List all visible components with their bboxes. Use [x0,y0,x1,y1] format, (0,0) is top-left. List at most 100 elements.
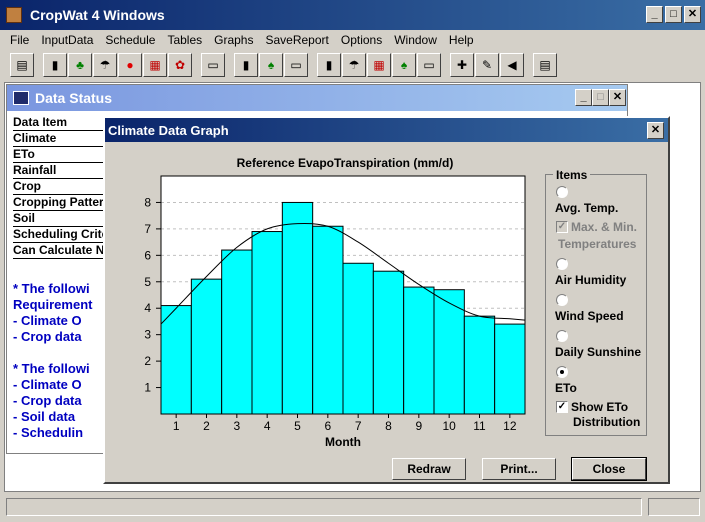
data-status-row: Data Item [13,115,113,131]
data-status-title: Data Status [35,90,113,106]
menu-file[interactable]: File [4,33,35,47]
y-tick-label: 2 [144,354,151,368]
translate-icon[interactable]: ✎ [475,53,499,77]
data-status-row: ETo [13,147,113,163]
max-min-temp-label-2: Temperatures [558,237,637,251]
close-button[interactable]: ✕ [684,6,701,23]
data-status-row: Scheduling Crite [13,227,113,243]
avg-temp-radio[interactable] [556,186,568,198]
sound-icon[interactable]: ◀ [500,53,524,77]
eto-bar [403,286,435,415]
thermo-table-icon[interactable]: ▮ [317,53,341,77]
eto-radio[interactable] [556,366,568,378]
eto-bar [221,249,253,415]
menu-graphs[interactable]: Graphs [208,33,259,47]
data-status-maximize-button[interactable]: □ [592,89,609,106]
menu-bar: File InputData Schedule Tables Graphs Sa… [0,30,705,50]
x-tick-label: 6 [324,419,331,433]
y-tick-label: 6 [144,248,151,262]
x-tick-label: 11 [473,419,486,433]
app-title: CropWat 4 Windows [30,7,165,23]
items-label: Items [553,168,591,182]
y-tick-label: 5 [144,275,151,289]
max-min-temp-label: Max. & Min. [571,220,638,234]
menu-tables[interactable]: Tables [161,33,208,47]
x-tick-label: 2 [203,419,210,433]
wind-speed-radio[interactable] [556,294,568,306]
rain-table-icon[interactable]: ☂ [342,53,366,77]
distribution-label: Distribution [573,415,641,429]
data-status-icon [13,91,29,105]
notepad-icon[interactable]: ▤ [533,53,557,77]
data-status-minimize-button[interactable]: _ [575,89,592,106]
menu-help[interactable]: Help [443,33,480,47]
air-humidity-label: Air Humidity [555,273,627,287]
show-eto-label: Show ETo [571,400,629,414]
app-titlebar: CropWat 4 Windows _ □ ✕ [0,0,705,30]
data-status-row: Crop [13,179,113,195]
cropwat-app-icon [6,7,22,23]
daily-sunshine-radio[interactable] [556,330,568,342]
eto-chart: 123456781 2 3 4 5 6 7 8 9 10 11 12Month [144,175,526,449]
crop-pattern-icon[interactable]: ▦ [143,53,167,77]
eto-label: ETo [555,381,577,395]
status-panel-main [6,498,642,516]
maximize-button[interactable]: □ [665,6,682,23]
tools-icon[interactable]: ✚ [450,53,474,77]
pattern-table-icon[interactable]: ▦ [367,53,391,77]
data-status-row: Rainfall [13,163,113,179]
thermometer-icon[interactable]: ▮ [43,53,67,77]
status-panel-right [648,498,700,516]
scale-graph-icon[interactable]: ▭ [284,53,308,77]
plant-graph-icon[interactable]: ♠ [259,53,283,77]
data-status-titlebar: Data Status _ □ ✕ [7,85,627,111]
plant-table-icon[interactable]: ♠ [392,53,416,77]
plant-icon[interactable]: ♣ [68,53,92,77]
menu-inputdata[interactable]: InputData [35,33,99,47]
data-status-row: Cropping Patter [13,195,113,211]
rain-icon[interactable]: ☂ [93,53,117,77]
flower-icon[interactable]: ✿ [168,53,192,77]
y-tick-label: 4 [144,301,151,315]
minimize-button[interactable]: _ [646,6,663,23]
avg-temp-label: Avg. Temp. [555,201,619,215]
eto-bar [463,315,496,415]
x-tick-label: 10 [442,419,456,433]
menu-savereport[interactable]: SaveReport [259,33,334,47]
apple-icon[interactable]: ● [118,53,142,77]
y-tick-label: 8 [144,195,151,209]
x-tick-label: 5 [294,419,301,433]
data-status-row: Soil [13,211,113,227]
x-tick-label: 9 [415,419,422,433]
report-icon[interactable]: ▤ [10,53,34,77]
dialog-close-button[interactable]: ✕ [647,122,664,139]
air-humidity-radio[interactable] [556,258,568,270]
print-button[interactable]: Print... [482,458,556,480]
thermo-graph-icon[interactable]: ▮ [234,53,258,77]
menu-schedule[interactable]: Schedule [99,33,161,47]
x-axis-label: Month [325,435,361,449]
wind-speed-label: Wind Speed [555,309,624,323]
eto-bar [190,278,223,415]
x-tick-label: 4 [264,419,271,433]
eto-bar [281,201,314,415]
data-status-table: Data Item Climate ETo Rainfall Crop Crop… [13,115,113,259]
eto-bar [494,323,526,415]
x-tick-label: 3 [233,419,240,433]
toolbar: ▤ ▮ ♣ ☂ ● ▦ ✿ ▭ ▮ ♠ ▭ ▮ ☂ ▦ ♠ ▭ ✚ ✎ ◀ ▤ [0,51,705,79]
climate-data-graph-dialog: Climate Data Graph ✕ Reference EvapoTran… [103,116,670,484]
show-eto-distribution-checkbox[interactable]: ✓ [556,401,568,413]
menu-window[interactable]: Window [388,33,443,47]
x-tick-label: 7 [355,419,362,433]
eto-bar [342,262,374,415]
close-dialog-button[interactable]: Close [571,457,647,481]
menu-options[interactable]: Options [335,33,388,47]
redraw-button[interactable]: Redraw [392,458,466,480]
scale-table-icon[interactable]: ▭ [417,53,441,77]
data-status-close-button[interactable]: ✕ [609,89,626,106]
max-min-temp-checkbox: ✓ [556,221,568,233]
scale-icon[interactable]: ▭ [201,53,225,77]
eto-bar [372,270,405,415]
daily-sunshine-label: Daily Sunshine [555,345,642,359]
data-status-row: Climate [13,131,113,147]
